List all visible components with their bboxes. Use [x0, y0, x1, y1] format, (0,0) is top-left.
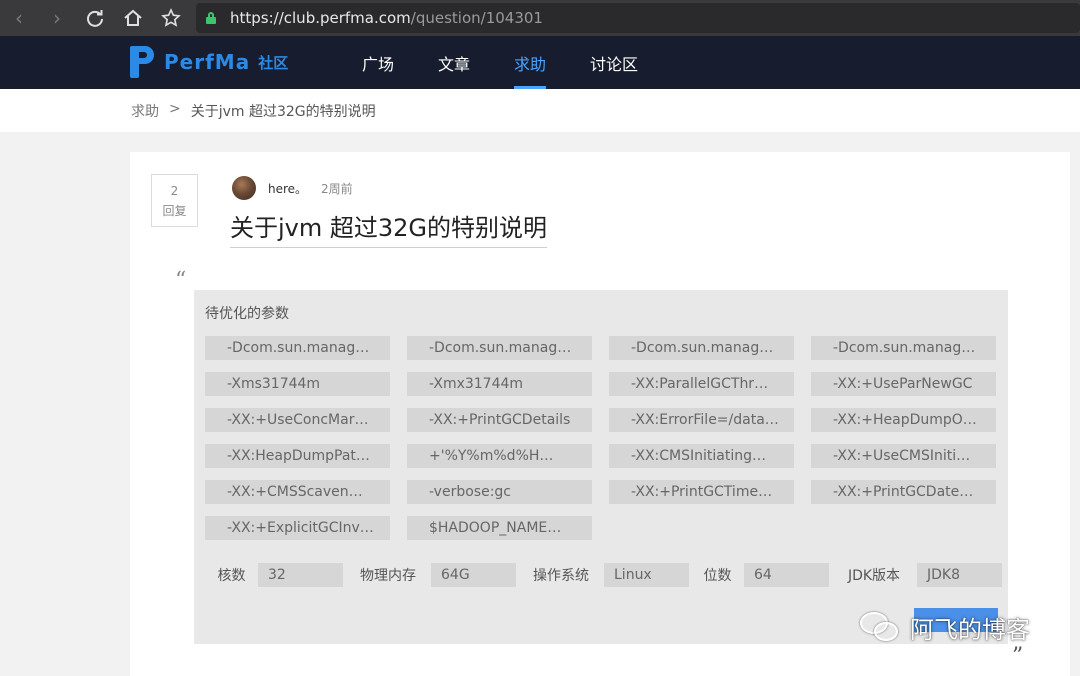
site-logo[interactable]: PerfMa 社区 — [130, 46, 288, 78]
lock-icon — [206, 12, 216, 24]
nav-discussion[interactable]: 讨论区 — [568, 36, 660, 89]
bookmark-star-icon[interactable] — [152, 0, 190, 36]
author-name[interactable]: here。 — [268, 180, 307, 197]
param-chip: -Dcom.sun.manag… — [407, 336, 592, 360]
param-chip: -XX:+UseParNewGC — [811, 372, 996, 396]
reply-count-box: 2 回复 — [151, 174, 198, 227]
address-bar[interactable]: https://club.perfma.com/question/104301 — [196, 3, 1080, 33]
site-header: PerfMa 社区 广场 文章 求助 讨论区 — [0, 36, 1080, 89]
spec-value: 64 — [744, 563, 829, 587]
param-chip: -Dcom.sun.manag… — [811, 336, 996, 360]
nav-help[interactable]: 求助 — [492, 36, 568, 89]
param-chip: -Xmx31744m — [407, 372, 592, 396]
logo-text: PerfMa — [164, 50, 251, 74]
spec-bits: 位数 64 — [691, 563, 831, 587]
watermark-text: 阿飞的博客 — [910, 615, 1030, 644]
spec-value: JDK8 — [917, 563, 1002, 587]
spec-cores: 核数 32 — [205, 563, 345, 587]
post-time: 2周前 — [321, 181, 353, 196]
param-grid: -Dcom.sun.manag… -Dcom.sun.manag… -Dcom.… — [205, 336, 996, 540]
nav-articles[interactable]: 文章 — [416, 36, 492, 89]
spec-os: 操作系统 Linux — [518, 563, 691, 587]
close-quote-icon: ” — [1012, 644, 1024, 669]
breadcrumb: 求助 > 关于jvm 超过32G的特别说明 — [131, 101, 376, 121]
logo-subtitle: 社区 — [258, 53, 289, 72]
spec-value: 32 — [258, 563, 343, 587]
browser-toolbar: ‹ › https://club.perfma.com/question/104… — [0, 0, 1080, 36]
spec-value: 64G — [431, 563, 516, 587]
breadcrumb-current: 关于jvm 超过32G的特别说明 — [190, 104, 376, 120]
param-chip: -XX:+CMSScaven… — [205, 480, 390, 504]
reply-label: 回复 — [162, 203, 187, 218]
param-chip: -XX:+PrintGCTime… — [609, 480, 794, 504]
author-row: here。 2周前 — [232, 176, 353, 200]
home-icon[interactable] — [114, 0, 152, 36]
param-chip: -XX:CMSInitiating… — [609, 444, 794, 468]
breadcrumb-separator: > — [169, 101, 181, 117]
param-chip: $HADOOP_NAME… — [407, 516, 592, 540]
wechat-watermark: 阿飞的博客 — [860, 608, 1030, 646]
param-chip: -XX:+PrintGCDate… — [811, 480, 996, 504]
param-chip: -Dcom.sun.manag… — [205, 336, 390, 360]
spec-label: 核数 — [217, 568, 246, 584]
param-chip: +'%Y%m%d%H… — [407, 444, 592, 468]
param-chip: -XX:+ExplicitGCInv… — [205, 516, 390, 540]
param-chip: -XX:ErrorFile=/data… — [609, 408, 794, 432]
param-chip: -Xms31744m — [205, 372, 390, 396]
avatar[interactable] — [232, 176, 256, 200]
param-chip: -XX:+UseCMSIniti… — [811, 444, 996, 468]
spec-label: JDK版本 — [847, 568, 901, 584]
params-block: 待优化的参数 -Dcom.sun.manag… -Dcom.sun.manag…… — [194, 290, 1008, 644]
spec-jdk: JDK版本 JDK8 — [831, 563, 1004, 587]
back-icon[interactable]: ‹ — [0, 0, 38, 36]
param-chip: -Dcom.sun.manag… — [609, 336, 794, 360]
breadcrumb-parent-link[interactable]: 求助 — [131, 101, 159, 121]
spec-value: Linux — [604, 563, 689, 587]
forward-icon[interactable]: › — [38, 0, 76, 36]
param-chip: -XX:+PrintGCDetails — [407, 408, 592, 432]
main-nav: 广场 文章 求助 讨论区 — [340, 36, 660, 89]
param-chip: -XX:+HeapDumpO… — [811, 408, 996, 432]
param-chip: -verbose:gc — [407, 480, 592, 504]
question-card: 2 回复 here。 2周前 关于jvm 超过32G的特别说明 “ 待优化的参数… — [130, 152, 1070, 676]
spec-memory: 物理内存 64G — [345, 563, 518, 587]
param-chip: -XX:HeapDumpPat… — [205, 444, 390, 468]
spec-label: 物理内存 — [360, 568, 416, 584]
reply-count: 2 — [170, 183, 179, 198]
breadcrumb-band: 求助 > 关于jvm 超过32G的特别说明 — [0, 89, 1080, 132]
url-host: https://club.perfma.com — [230, 9, 411, 27]
param-chip: -XX:ParallelGCThr… — [609, 372, 794, 396]
param-chip: -XX:+UseConcMar… — [205, 408, 390, 432]
open-quote-icon: “ — [175, 268, 187, 293]
params-heading: 待优化的参数 — [205, 306, 289, 322]
nav-square[interactable]: 广场 — [340, 36, 416, 89]
spec-label: 位数 — [703, 568, 732, 584]
perfma-logo-icon — [130, 46, 154, 78]
wechat-icon — [860, 608, 904, 646]
reload-icon[interactable] — [76, 0, 114, 36]
spec-label: 操作系统 — [533, 568, 589, 584]
url-path: /question/104301 — [410, 9, 543, 27]
spec-row: 核数 32 物理内存 64G 操作系统 Linux 位数 64 JDK版本 JD… — [205, 563, 1004, 587]
post-title: 关于jvm 超过32G的特别说明 — [230, 208, 548, 248]
